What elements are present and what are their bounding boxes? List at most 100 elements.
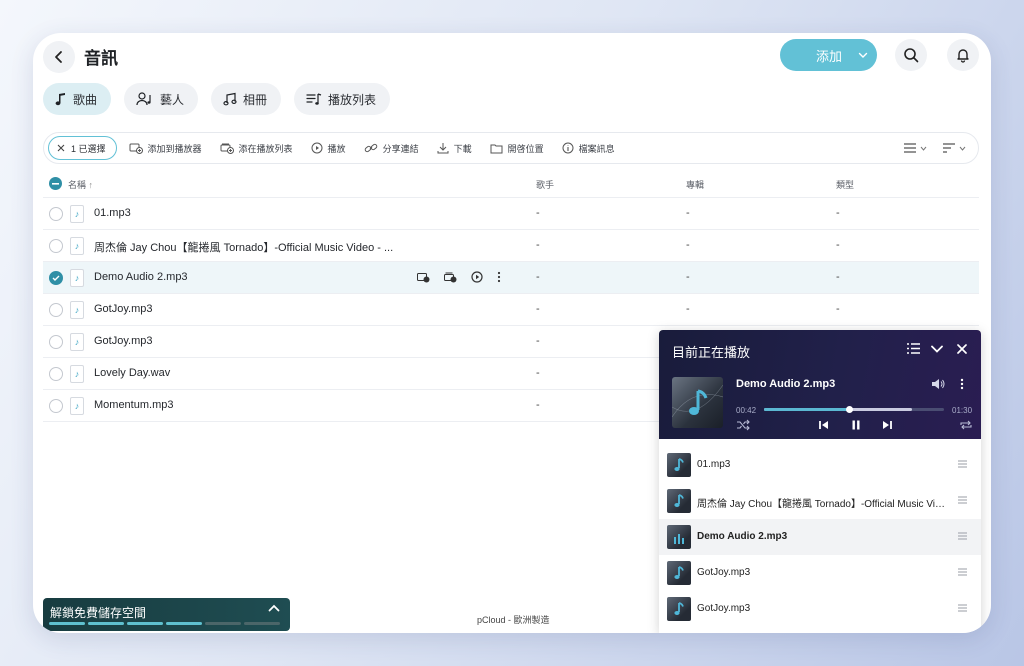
- column-artist[interactable]: 歌手: [536, 178, 554, 191]
- column-genre[interactable]: 類型: [836, 178, 854, 191]
- row-checkbox[interactable]: [49, 303, 63, 317]
- tab-songs[interactable]: 歌曲: [43, 83, 112, 115]
- repeat-icon[interactable]: [959, 419, 973, 431]
- duration-time: 01:30: [952, 406, 973, 415]
- page-title: 音訊: [84, 49, 118, 68]
- file-name[interactable]: Demo Audio 2.mp3: [94, 271, 188, 283]
- play-label: 播放: [327, 143, 346, 154]
- file-name[interactable]: GotJoy.mp3: [94, 303, 153, 315]
- tab-label: 相冊: [243, 92, 268, 107]
- play-circle-icon[interactable]: [471, 271, 483, 283]
- open-location-label: 開啓位置: [507, 143, 544, 154]
- column-name[interactable]: 名稱 ↑: [68, 178, 93, 191]
- sort-arrow-icon: ↑: [88, 180, 94, 190]
- add-to-player-icon[interactable]: [417, 272, 430, 283]
- add-to-player-button[interactable]: 添加到播放器: [129, 142, 202, 155]
- row-checkbox[interactable]: [49, 335, 63, 349]
- audio-file-icon: ♪: [70, 397, 84, 415]
- file-name[interactable]: Momentum.mp3: [94, 399, 173, 411]
- tab-albums[interactable]: 相冊: [211, 83, 282, 115]
- artist-cell: -: [536, 399, 540, 411]
- drag-handle-icon[interactable]: [958, 568, 967, 576]
- row-checkbox[interactable]: [49, 239, 63, 253]
- back-button[interactable]: [43, 41, 75, 73]
- drag-handle-icon[interactable]: [958, 532, 967, 540]
- share-link-button[interactable]: 分享連結: [364, 142, 419, 155]
- open-location-button[interactable]: 開啓位置: [490, 142, 544, 155]
- download-button[interactable]: 下載: [437, 142, 472, 155]
- table-row[interactable]: ♪ 周杰倫 Jay Chou【龍捲風 Tornado】-Official Musi…: [43, 230, 979, 262]
- pause-icon[interactable]: [850, 419, 862, 431]
- clear-selection-chip[interactable]: 1 已選擇: [48, 136, 117, 160]
- volume-icon[interactable]: [931, 378, 945, 390]
- file-name[interactable]: Lovely Day.wav: [94, 367, 170, 379]
- progress-segment: [127, 622, 163, 625]
- selected-count: 1 已選擇: [71, 143, 106, 154]
- notifications-button[interactable]: [947, 39, 979, 71]
- add-button[interactable]: 添加: [780, 39, 877, 71]
- artist-icon: [136, 92, 151, 106]
- file-name[interactable]: 01.mp3: [94, 207, 131, 219]
- row-checkbox[interactable]: [49, 271, 63, 285]
- drag-handle-icon[interactable]: [958, 460, 967, 468]
- artist-cell: -: [536, 271, 540, 283]
- search-button[interactable]: [895, 39, 927, 71]
- close-icon[interactable]: [957, 344, 967, 354]
- more-vertical-icon[interactable]: [497, 271, 501, 283]
- tab-label: 藝人: [160, 92, 185, 107]
- drag-handle-icon[interactable]: [958, 496, 967, 504]
- equalizer-icon: [674, 534, 684, 544]
- tab-label: 播放列表: [328, 92, 377, 107]
- play-circle-icon: [311, 142, 323, 154]
- table-row[interactable]: ♪ GotJoy.mp3 - - -: [43, 294, 979, 326]
- shuffle-icon[interactable]: [736, 419, 750, 431]
- next-track-icon[interactable]: [881, 419, 893, 431]
- tab-artists[interactable]: 藝人: [124, 83, 199, 115]
- unlock-storage-banner[interactable]: 解鎖免費儲存空間: [43, 598, 290, 631]
- queue-item-name: 01.mp3: [697, 459, 731, 470]
- progress-fill: [764, 408, 849, 411]
- file-name[interactable]: 周杰倫 Jay Chou【龍捲風 Tornado】-Official Music…: [94, 239, 393, 255]
- share-link-label: 分享連結: [382, 143, 419, 154]
- add-to-playlist-button[interactable]: 添在播放列表: [220, 142, 293, 155]
- table-row[interactable]: ♪ 01.mp3 - - -: [43, 198, 979, 230]
- genre-cell: -: [836, 271, 840, 283]
- queue-item[interactable]: 01.mp3: [659, 447, 981, 483]
- download-icon: [437, 143, 449, 154]
- more-vertical-icon[interactable]: [960, 378, 964, 390]
- audio-file-icon: ♪: [70, 333, 84, 351]
- row-checkbox[interactable]: [49, 207, 63, 221]
- table-row[interactable]: ♪ Demo Audio 2.mp3 - - -: [43, 262, 979, 294]
- sort-button[interactable]: [943, 143, 966, 153]
- row-checkbox[interactable]: [49, 367, 63, 381]
- link-icon: [364, 143, 377, 153]
- file-name[interactable]: GotJoy.mp3: [94, 335, 153, 347]
- previous-track-icon[interactable]: [818, 419, 830, 431]
- seek-bar[interactable]: [764, 406, 944, 413]
- play-button[interactable]: 播放: [311, 142, 346, 155]
- file-info-label: 檔案訊息: [578, 143, 615, 154]
- select-all-checkbox[interactable]: [49, 177, 62, 190]
- column-album[interactable]: 專輯: [686, 178, 704, 191]
- queue-item[interactable]: Demo Audio 2.mp3: [659, 519, 981, 555]
- seek-handle[interactable]: [845, 406, 853, 413]
- chevron-down-icon[interactable]: [931, 345, 943, 353]
- file-info-button[interactable]: 檔案訊息: [562, 142, 615, 155]
- row-checkbox[interactable]: [49, 399, 63, 413]
- queue-item[interactable]: 周杰倫 Jay Chou【龍捲風 Tornado】-Official Music…: [659, 483, 981, 519]
- audio-file-icon: ♪: [70, 365, 84, 383]
- music-note-icon: [674, 602, 684, 615]
- now-playing-title: Demo Audio 2.mp3: [736, 378, 836, 390]
- queue-thumbnail: [667, 525, 691, 549]
- drag-handle-icon[interactable]: [958, 604, 967, 612]
- view-mode-button[interactable]: [904, 143, 927, 153]
- chevron-up-icon[interactable]: [268, 604, 280, 612]
- chevron-down-icon: [858, 52, 868, 58]
- queue-item[interactable]: GotJoy.mp3: [659, 591, 981, 627]
- add-to-playlist-icon[interactable]: [444, 272, 457, 283]
- queue-item[interactable]: GotJoy.mp3: [659, 555, 981, 591]
- queue-list-icon[interactable]: [907, 343, 920, 354]
- tab-playlists[interactable]: 播放列表: [294, 83, 391, 115]
- footer-text: pCloud - 歐洲製造: [477, 615, 550, 625]
- artist-cell: -: [536, 303, 540, 315]
